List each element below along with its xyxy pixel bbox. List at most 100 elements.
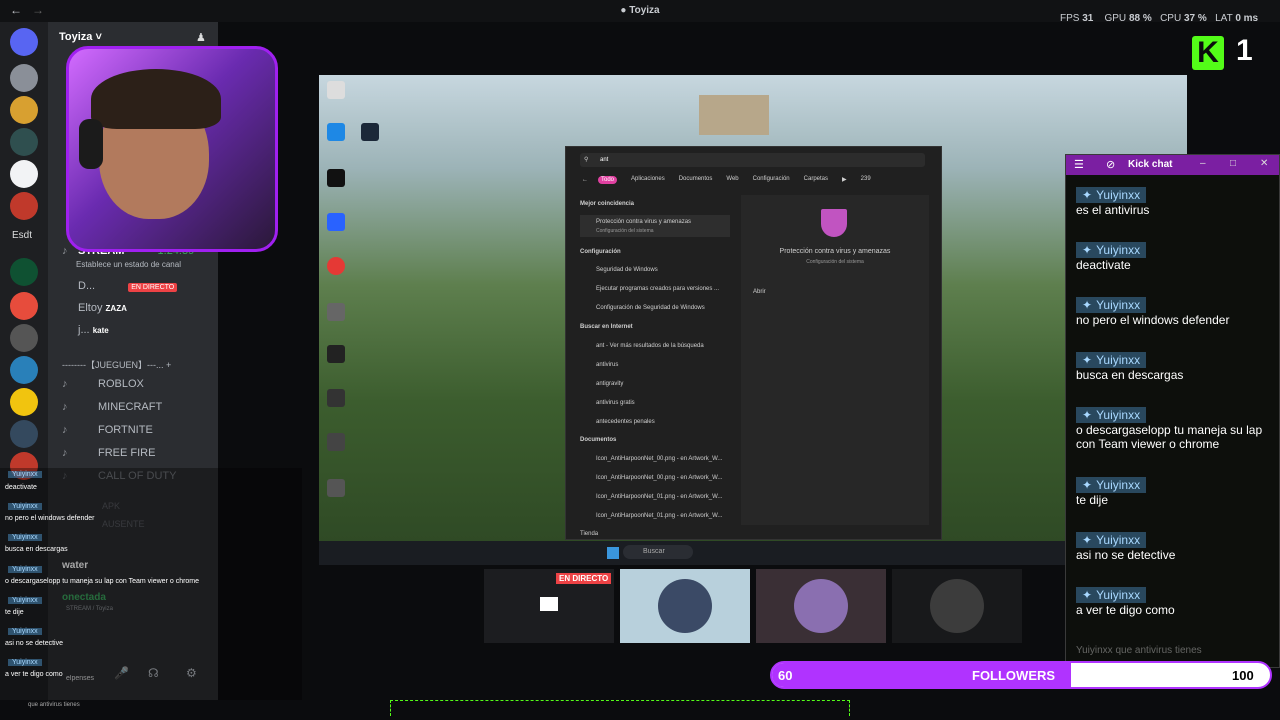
minimize-icon[interactable]: – bbox=[1200, 158, 1206, 169]
web-item[interactable]: ant - Ver más resultados de la búsqueda bbox=[596, 343, 704, 349]
taskbar-search[interactable]: Buscar bbox=[623, 545, 693, 559]
voice-user-1[interactable]: D... EN DIRECTO bbox=[78, 280, 178, 292]
followers-current: 60 bbox=[778, 668, 793, 683]
doc-item[interactable]: Icon_AntiHarpoonNet_01.png - en Artwork_… bbox=[596, 513, 722, 519]
app-icon[interactable] bbox=[327, 479, 345, 497]
app-title-bar: ← → ● Toyiza FPS 31 GPU 88 % CPU 37 % LA… bbox=[0, 0, 1280, 24]
config-item[interactable]: Ejecutar programas creados para versione… bbox=[596, 286, 719, 292]
server-folder-label: Esdt bbox=[12, 230, 33, 241]
streamer-hair bbox=[91, 69, 221, 129]
voice-channel-roblox[interactable]: ♪ ROBLOX bbox=[62, 378, 144, 390]
app-icon[interactable] bbox=[327, 389, 345, 407]
channel-category[interactable]: --------【JUEGUEN】---... + bbox=[62, 358, 171, 371]
voice-channel-minecraft[interactable]: ♪ MINECRAFT bbox=[62, 401, 162, 413]
chat-username[interactable]: ✦ Yuiyinxx bbox=[1076, 407, 1147, 423]
server-icon-10[interactable] bbox=[10, 388, 38, 416]
chat-username[interactable]: ✦ Yuiyinxx bbox=[1076, 297, 1147, 313]
windows-start-icon[interactable] bbox=[607, 547, 619, 559]
server-icon-7[interactable] bbox=[10, 292, 38, 320]
opera-icon[interactable] bbox=[327, 257, 345, 275]
avatar bbox=[794, 579, 848, 633]
tab-documents[interactable]: Documentos bbox=[679, 176, 713, 184]
back-icon[interactable]: ← bbox=[582, 177, 588, 183]
server-icon-11[interactable] bbox=[10, 420, 38, 448]
app-icon[interactable] bbox=[327, 345, 345, 363]
doc-item[interactable]: Icon_AntiHarpoonNet_00.png - en Artwork_… bbox=[596, 456, 722, 462]
epic-icon[interactable] bbox=[327, 169, 345, 187]
app-icon[interactable] bbox=[327, 213, 345, 231]
chat-username[interactable]: ✦ Yuiyinxx bbox=[1076, 352, 1147, 368]
best-match-item[interactable]: Protección contra virus y amenazas Confi… bbox=[580, 215, 730, 237]
avatar bbox=[658, 579, 712, 633]
forward-arrow-icon[interactable]: → bbox=[32, 3, 44, 17]
call-tile-user-1[interactable] bbox=[620, 569, 750, 643]
preview-title: Protección contra virus y amenazas bbox=[779, 248, 891, 255]
badge-icon: ✦ bbox=[1082, 353, 1093, 367]
voice-channel-fortnite[interactable]: ♪ FORTNITE bbox=[62, 424, 153, 436]
tab-all[interactable]: Todo bbox=[598, 176, 618, 184]
castle-image bbox=[699, 95, 769, 135]
call-tile-screen[interactable]: EN DIRECTO bbox=[484, 569, 614, 643]
web-item[interactable]: antivirus bbox=[596, 362, 618, 368]
voice-user-3[interactable]: j... kate bbox=[78, 324, 109, 336]
tab-web[interactable]: Web bbox=[726, 176, 738, 184]
server-name[interactable]: Toyiza ˅ bbox=[59, 31, 102, 43]
doc-item[interactable]: Icon_AntiHarpoonNet_00.png - en Artwork_… bbox=[596, 475, 722, 481]
add-member-icon[interactable]: ♟ bbox=[196, 31, 206, 44]
steam-icon[interactable] bbox=[361, 123, 379, 141]
app-icon[interactable] bbox=[327, 303, 345, 321]
server-icon-4[interactable] bbox=[10, 160, 38, 188]
chat-username[interactable]: ✦ Yuiyinxx bbox=[1076, 532, 1147, 548]
best-match-header: Mejor coincidencia bbox=[580, 201, 635, 207]
config-item[interactable]: Seguridad de Windows bbox=[596, 267, 658, 273]
voice-channel-freefire[interactable]: ♪ FREE FIRE bbox=[62, 447, 155, 459]
overlay-username: Yuiyinxx bbox=[8, 471, 42, 478]
web-item[interactable]: antigravity bbox=[596, 381, 623, 387]
web-item[interactable]: antecedentes penales bbox=[596, 419, 655, 425]
followers-goal: 100 bbox=[1232, 668, 1254, 683]
result-count: 239 bbox=[860, 176, 871, 182]
chat-username[interactable]: ✦ Yuiyinxx bbox=[1076, 587, 1147, 603]
edge-icon[interactable] bbox=[327, 123, 345, 141]
webcam-overlay bbox=[66, 46, 278, 252]
server-icon-9[interactable] bbox=[10, 356, 38, 384]
speaker-icon: ♪ bbox=[62, 245, 68, 257]
tab-folders[interactable]: Carpetas bbox=[804, 176, 828, 184]
live-badge: EN DIRECTO bbox=[556, 573, 612, 584]
channel-status[interactable]: Establece un estado de canal bbox=[76, 260, 181, 269]
discord-home-icon[interactable] bbox=[10, 28, 38, 56]
app-icon[interactable] bbox=[327, 433, 345, 451]
recycle-bin-icon[interactable] bbox=[327, 81, 345, 99]
voice-user-2[interactable]: Eltoy ZAZA bbox=[78, 302, 127, 314]
doc-item[interactable]: Icon_AntiHarpoonNet_01.png - en Artwork_… bbox=[596, 494, 722, 500]
search-box[interactable]: ⚲ ant bbox=[580, 153, 925, 167]
web-item[interactable]: antivirus gratis bbox=[596, 400, 635, 406]
maximize-icon[interactable]: □ bbox=[1230, 158, 1236, 169]
overlay-username: Yuiyinxx bbox=[8, 659, 42, 666]
back-arrow-icon[interactable]: ← bbox=[10, 3, 22, 17]
play-icon[interactable]: ▶ bbox=[842, 176, 847, 184]
server-icon-8[interactable] bbox=[10, 324, 38, 352]
chat-username[interactable]: ✦ Yuiyinxx bbox=[1076, 242, 1147, 258]
menu-icon[interactable]: ☰ bbox=[1074, 158, 1084, 171]
preview-pane: Protección contra virus y amenazas Confi… bbox=[741, 195, 929, 525]
overlay-username: Yuiyinxx bbox=[8, 534, 42, 541]
call-tile-user-2[interactable] bbox=[756, 569, 886, 643]
server-icon-1[interactable] bbox=[10, 64, 38, 92]
kick-chat-icon: ⊘ bbox=[1106, 159, 1116, 171]
open-action[interactable]: Abrir bbox=[753, 289, 766, 295]
server-icon-5[interactable] bbox=[10, 192, 38, 220]
close-icon[interactable]: ✕ bbox=[1260, 158, 1268, 169]
tab-settings[interactable]: Configuración bbox=[753, 176, 790, 184]
call-tile-user-3[interactable] bbox=[892, 569, 1022, 643]
chat-message: ✦ Yuiyinxx no pero el windows defender bbox=[1076, 297, 1230, 327]
server-icon-3[interactable] bbox=[10, 128, 38, 156]
server-icon-2[interactable] bbox=[10, 96, 38, 124]
chat-username[interactable]: ✦ Yuiyinxx bbox=[1076, 187, 1147, 203]
tab-apps[interactable]: Aplicaciones bbox=[631, 176, 665, 184]
overlay-message: que antivirus tienes bbox=[28, 702, 80, 708]
config-item[interactable]: Configuración de Seguridad de Windows bbox=[596, 305, 705, 311]
server-icon-6[interactable] bbox=[10, 258, 38, 286]
overlay-message: no pero el windows defender bbox=[5, 515, 95, 522]
chat-username[interactable]: ✦ Yuiyinxx bbox=[1076, 477, 1147, 493]
